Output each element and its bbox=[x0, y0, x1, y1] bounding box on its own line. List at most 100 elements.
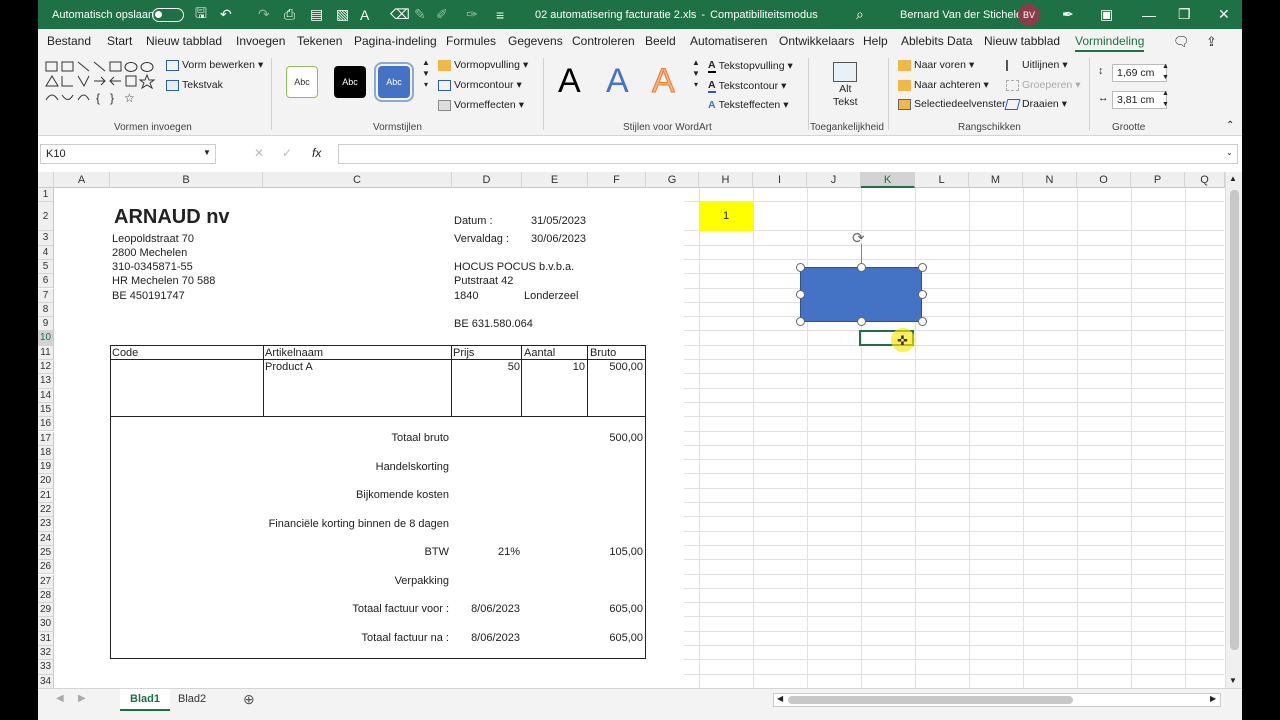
row-header[interactable]: 15 bbox=[38, 402, 54, 418]
row-header-selected[interactable]: 10 bbox=[38, 331, 54, 346]
save-icon[interactable]: 🖫 bbox=[195, 0, 207, 29]
pen-icon[interactable]: ✎ bbox=[414, 0, 426, 29]
col-header[interactable]: P bbox=[1131, 172, 1185, 188]
sheet-tab-blad1[interactable]: Blad1 bbox=[120, 689, 170, 711]
row-header[interactable]: 9 bbox=[38, 317, 54, 332]
resize-handle[interactable] bbox=[857, 263, 866, 272]
row-header[interactable]: 2 bbox=[38, 202, 54, 232]
row-header[interactable]: 11 bbox=[38, 345, 54, 360]
vorm-bewerken-button[interactable]: Vorm bewerken ▾ bbox=[166, 59, 263, 71]
worksheet-grid[interactable]: A B C D E F G H I J K L M N O P Q 123456… bbox=[38, 172, 1242, 688]
tab-formules[interactable]: Formules bbox=[446, 34, 496, 48]
width-spinner[interactable]: ▲ ▼ bbox=[1162, 90, 1169, 109]
search-icon[interactable]: ⌕ bbox=[856, 0, 864, 29]
row-header[interactable]: 12 bbox=[38, 360, 54, 375]
col-header[interactable]: J bbox=[807, 172, 861, 188]
tab-beeld[interactable]: Beeld bbox=[645, 34, 676, 48]
eraser-icon[interactable]: ⌫ bbox=[390, 0, 410, 29]
row-header[interactable]: 21 bbox=[38, 488, 54, 503]
cancel-icon[interactable]: ✕ bbox=[254, 146, 264, 160]
restore-icon[interactable]: ❐ bbox=[1178, 0, 1191, 29]
row-header[interactable]: 17 bbox=[38, 431, 54, 446]
redo-icon[interactable]: ↷ bbox=[258, 0, 270, 29]
col-header[interactable]: M bbox=[969, 172, 1023, 188]
col-header[interactable]: I bbox=[753, 172, 807, 188]
tab-pagina-indeling[interactable]: Pagina-indeling bbox=[354, 34, 437, 48]
row-header[interactable]: 18 bbox=[38, 445, 54, 461]
row-header[interactable]: 19 bbox=[38, 460, 54, 475]
prev-sheet-icon[interactable]: ◀ bbox=[56, 693, 64, 704]
groeperen-button[interactable]: Groeperen ▾ bbox=[1006, 79, 1080, 91]
tab-invoegen[interactable]: Invoegen bbox=[236, 34, 285, 48]
row-header[interactable]: 29 bbox=[38, 603, 54, 618]
naar-voren-button[interactable]: Naar voren ▾ bbox=[898, 59, 974, 71]
quick-print-icon[interactable]: ▤ bbox=[310, 0, 323, 29]
shape-style-1[interactable]: Abc bbox=[286, 66, 318, 98]
row-header[interactable]: 4 bbox=[38, 245, 54, 260]
col-header[interactable]: D bbox=[452, 172, 522, 188]
row-header[interactable]: 23 bbox=[38, 517, 54, 532]
resize-handle[interactable] bbox=[918, 290, 927, 299]
tab-automatiseren[interactable]: Automatiseren bbox=[690, 34, 767, 48]
tekstopvulling-button[interactable]: A Tekstopvulling ▾ bbox=[708, 59, 793, 73]
teksteffecten-button[interactable]: A Teksteffecten ▾ bbox=[708, 99, 789, 111]
vormcontour-button[interactable]: Vormcontour ▾ bbox=[438, 79, 522, 91]
scroll-right-icon[interactable]: ▶ bbox=[1210, 694, 1216, 703]
row-header[interactable]: 28 bbox=[38, 588, 54, 604]
row-header[interactable]: 27 bbox=[38, 574, 54, 589]
vormeffecten-button[interactable]: Vormeffecten ▾ bbox=[438, 99, 524, 111]
horizontal-scroll-thumb[interactable] bbox=[788, 696, 1073, 704]
avatar[interactable]: BV bbox=[1018, 0, 1040, 29]
tab-help[interactable]: Help bbox=[863, 34, 888, 48]
sheet-tab-blad2[interactable]: Blad2 bbox=[168, 689, 216, 711]
height-spinner[interactable]: ▲ ▼ bbox=[1162, 63, 1169, 82]
resize-handle[interactable] bbox=[857, 317, 866, 326]
col-header[interactable]: L bbox=[915, 172, 969, 188]
comments-icon[interactable]: 🗨 bbox=[1173, 34, 1190, 50]
scroll-down-icon[interactable]: ▼ bbox=[1229, 676, 1237, 685]
col-header[interactable]: H bbox=[699, 172, 753, 188]
tekstcontour-button[interactable]: A Tekstcontour ▾ bbox=[708, 79, 786, 93]
scroll-left-icon[interactable]: ◀ bbox=[777, 694, 783, 703]
row-header[interactable]: 14 bbox=[38, 388, 54, 403]
col-header[interactable]: O bbox=[1077, 172, 1131, 188]
resize-handle[interactable] bbox=[918, 317, 927, 326]
namebox-dropdown-icon[interactable]: ▼ bbox=[203, 148, 211, 157]
col-header[interactable]: G bbox=[646, 172, 699, 188]
collapse-ribbon-icon[interactable]: ⌃ bbox=[1226, 120, 1234, 131]
horizontal-scrollbar[interactable]: ◀ ▶ bbox=[773, 693, 1221, 707]
row-header[interactable]: 8 bbox=[38, 302, 54, 318]
pdf-icon[interactable]: ▧ bbox=[336, 0, 349, 29]
shape-styles-scroll[interactable]: ▲ ▼ ▾ bbox=[422, 58, 430, 89]
share-icon[interactable]: ⇪ bbox=[1206, 34, 1217, 50]
row-header[interactable]: 26 bbox=[38, 560, 54, 575]
col-header[interactable]: C bbox=[263, 172, 452, 188]
name-box[interactable]: K10 bbox=[40, 144, 216, 164]
print-icon[interactable]: ⎙ bbox=[284, 0, 295, 29]
row-header[interactable]: 31 bbox=[38, 631, 54, 646]
font-color-icon[interactable]: A bbox=[360, 0, 369, 29]
vormopvulling-button[interactable]: Vormopvulling ▾ bbox=[438, 59, 528, 71]
col-header[interactable]: B bbox=[110, 172, 263, 188]
autosave-toggle[interactable] bbox=[152, 0, 184, 29]
col-header[interactable]: N bbox=[1023, 172, 1077, 188]
tab-nieuw-tabblad-2[interactable]: Nieuw tabblad bbox=[984, 34, 1060, 48]
resize-handle[interactable] bbox=[796, 317, 805, 326]
resize-handle[interactable] bbox=[796, 263, 805, 272]
col-header[interactable]: Q bbox=[1185, 172, 1225, 188]
selectiedeelvenster-button[interactable]: Selectiedeelvenster bbox=[898, 98, 1006, 110]
tab-tekenen[interactable]: Tekenen bbox=[297, 34, 342, 48]
col-header[interactable]: A bbox=[54, 172, 110, 188]
row-header[interactable]: 6 bbox=[38, 274, 54, 289]
tab-ontwikkelaars[interactable]: Ontwikkelaars bbox=[779, 34, 854, 48]
tab-nieuw-tabblad[interactable]: Nieuw tabblad bbox=[146, 34, 222, 48]
function-icon[interactable]: fx bbox=[312, 146, 321, 160]
resize-handle[interactable] bbox=[796, 290, 805, 299]
height-input[interactable]: 1,69 cm bbox=[1112, 64, 1167, 82]
highlight-icon[interactable]: ✐ bbox=[436, 0, 448, 29]
row-header[interactable]: 7 bbox=[38, 288, 54, 303]
select-all[interactable] bbox=[38, 172, 54, 188]
ribbon-display-icon[interactable]: ▣ bbox=[1100, 0, 1113, 29]
close-icon[interactable]: ✕ bbox=[1218, 0, 1230, 29]
shape-style-2[interactable]: Abc bbox=[334, 66, 366, 98]
